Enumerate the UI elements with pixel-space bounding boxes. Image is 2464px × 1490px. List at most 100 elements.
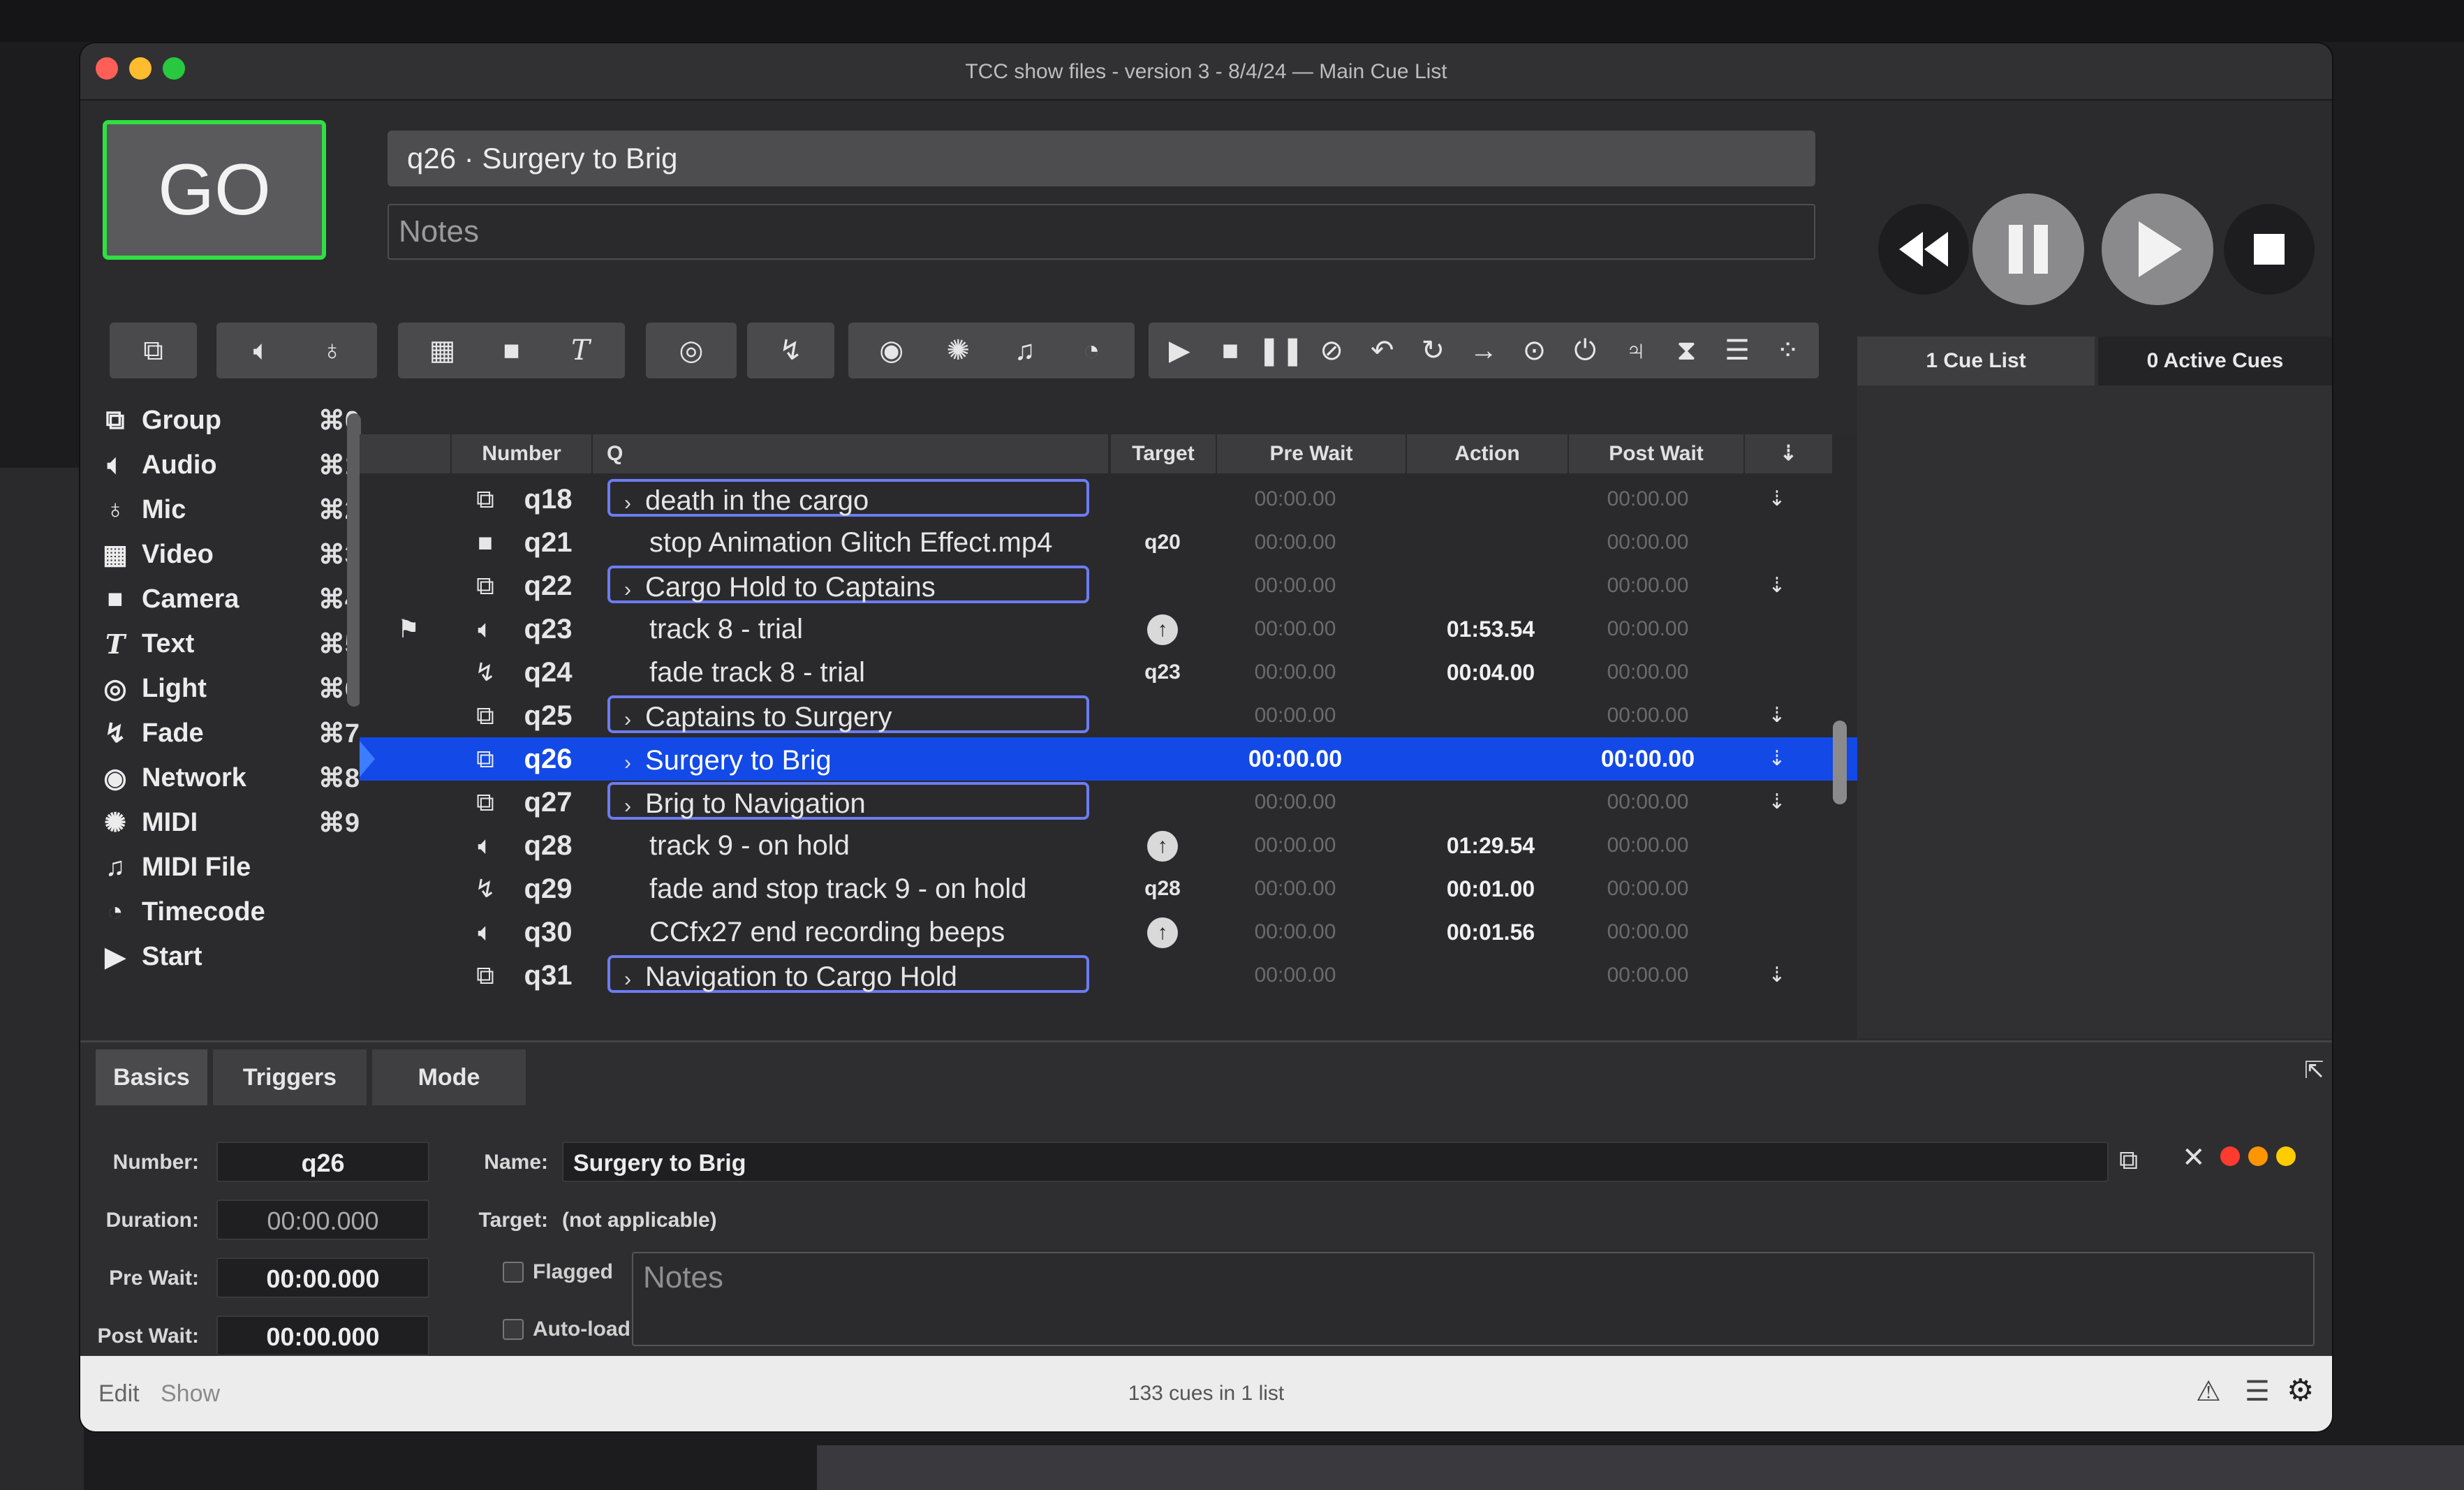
stop-all-button[interactable] [2224,204,2315,295]
cue-row[interactable]: ⧉ q18 › death in the cargo 00:00.00 00:00.00 ⇣ [360,478,1857,521]
arm-icon[interactable]: ⏻ [1565,331,1604,370]
stop-icon[interactable]: ■ [1211,331,1250,370]
load-icon[interactable]: ⊘ [1312,331,1351,370]
column-header-number[interactable]: Number [452,434,593,473]
cue-row[interactable]: ⧉ q22 › Cargo Hold to Captains 00:00.00 00:00… [360,564,1857,607]
cue-row[interactable]: ↯ q29 fade and stop track 9 - on hold q28 00… [360,867,1857,910]
chevron-right-icon[interactable]: › [624,701,645,739]
color-orange-swatch[interactable] [2248,1146,2268,1166]
post-wait-cell: 00:00.00 [1607,617,1689,640]
resume-button[interactable] [2102,193,2213,305]
column-header-q[interactable]: Q [593,434,1109,473]
flagged-checkbox[interactable] [503,1262,524,1283]
color-yellow-swatch[interactable] [2276,1146,2296,1166]
post-wait-field[interactable]: 00:00.000 [216,1315,429,1356]
lightbulb-icon[interactable]: ◎ [672,331,711,370]
cue-row[interactable]: ⧉ q31 › Navigation to Cargo Hold 00:00.00 00:… [360,954,1857,997]
go-button[interactable]: GO [103,120,326,260]
clock-icon[interactable]: ◔ [1072,331,1111,370]
chevron-right-icon[interactable]: › [624,744,645,782]
speaker-icon[interactable]: 🔈︎ [242,331,281,370]
tab-mode[interactable]: Mode [372,1049,526,1105]
column-header-pre-wait[interactable]: Pre Wait [1217,434,1407,473]
pop-out-icon[interactable]: ⇱ [2304,1056,2324,1084]
pre-wait-field[interactable]: 00:00.000 [216,1257,429,1298]
auto-load-checkbox[interactable] [503,1319,524,1340]
column-header-target[interactable]: Target [1111,434,1217,473]
tab-active-cues[interactable]: 0 Active Cues [2098,337,2332,385]
sidebar-item-mic[interactable]: ♁ Mic ⌘2 [94,489,360,531]
target-cell [1121,954,1204,997]
sidebar-item-group[interactable]: ⧉ Group ⌘0 [94,399,360,441]
column-header-action[interactable]: Action [1407,434,1569,473]
camera-icon[interactable]: ■ [492,331,531,370]
cue-inspector: Basics Triggers Mode ⇱ Number: q26 Durat… [80,1040,2332,1357]
fade-icon: ↯ [474,658,496,686]
sidebar-item-network[interactable]: ◉ Network ⌘8 [94,757,360,799]
tab-cue-lists[interactable]: 1 Cue List [1857,337,2095,385]
text-icon[interactable]: T [561,331,600,370]
midi-icon: ✺ [104,808,126,838]
sidebar-item-midi[interactable]: ✺ MIDI ⌘9 [94,802,360,843]
reset-icon[interactable]: ↶ [1363,331,1402,370]
chevron-right-icon[interactable]: › [624,788,645,825]
pause-icon [2009,225,2048,274]
cue-row[interactable]: ⧉ q27 › Brig to Navigation 00:00.00 00:00.00 ⇣ [360,781,1857,824]
pre-wait-label: Pre Wait: [109,1267,199,1290]
wait-icon[interactable]: ⧗ [1667,331,1706,370]
sidebar-item-camera[interactable]: ■ Camera ⌘4 [94,578,360,620]
sidebar-item-midi-file[interactable]: ♫ MIDI File [94,846,360,888]
microphone-icon[interactable]: ♁ [313,331,352,370]
midi-icon[interactable]: ✺ [938,331,978,370]
cue-type-sidebar: ⧉ Group ⌘0 🔈︎ Audio ⌘1 ♁ Mic ⌘2 ▦ Video ⌘3 ■ Came… [80,399,360,1049]
sidebar-item-video[interactable]: ▦ Video ⌘3 [94,533,360,575]
number-field[interactable]: q26 [216,1142,429,1182]
pause-button[interactable] [1972,193,2084,305]
chevron-right-icon[interactable]: › [624,961,645,998]
cue-row[interactable]: ↯ q24 fade track 8 - trial q23 00:00.00 00:04… [360,651,1857,694]
disarm-icon[interactable]: ♃ [1616,331,1655,370]
sidebar-item-light[interactable]: ◎ Light ⌘6 [94,667,360,709]
target-icon[interactable]: ⊙ [1515,331,1554,370]
fade-icon[interactable]: ↯ [772,331,811,370]
status-bar: Edit Show 133 cues in 1 list ⚠ ☰ ⚙ [80,1356,2332,1431]
sidebar-item-start[interactable]: ▶ Start [94,936,360,978]
cue-row[interactable]: ⧉ q25 › Captains to Surgery 00:00.00 00:00.00… [360,694,1857,737]
name-field[interactable]: Surgery to Brig [562,1142,2109,1182]
sidebar-scrollbar[interactable] [347,413,361,707]
warning-icon[interactable]: ⚠ [2196,1375,2221,1408]
start-icon[interactable]: ▶ [1160,331,1199,370]
tab-triggers[interactable]: Triggers [213,1049,367,1105]
column-header-post-wait[interactable]: Post Wait [1569,434,1745,473]
settings-gear-icon[interactable]: ⚙ [2287,1373,2314,1408]
sidebar-item-fade[interactable]: ↯ Fade ⌘7 [94,712,360,754]
pause-icon[interactable]: ❚❚ [1257,331,1304,370]
cue-row[interactable]: ■ q21 stop Animation Glitch Effect.mp4 q20 0… [360,521,1857,564]
sidebar-item-audio[interactable]: 🔈︎ Audio ⌘1 [94,444,360,486]
film-icon[interactable]: ▦ [423,331,462,370]
cue-row[interactable]: ⧉ q26 › Surgery to Brig 00:00.00 00:00.00 ⇣ [360,737,1857,781]
sidebar-item-text[interactable]: T Text ⌘5 [94,623,360,665]
script-icon[interactable]: ⁘ [1769,331,1808,370]
goto-icon[interactable]: → [1464,331,1503,370]
copy-icon[interactable]: ⧉ [2119,1146,2138,1176]
group-icon[interactable]: ⧉ [134,331,173,370]
chevron-right-icon[interactable]: › [624,571,645,609]
color-red-swatch[interactable] [2220,1146,2240,1166]
devamp-icon[interactable]: ↻ [1413,331,1452,370]
list-icon[interactable]: ☰ [2245,1375,2270,1408]
cue-list-scrollbar[interactable] [1833,721,1847,804]
chevron-right-icon[interactable]: › [624,485,645,522]
network-icon[interactable]: ◉ [872,331,911,370]
rewind-button[interactable] [1878,204,1969,295]
clear-color-icon[interactable]: ✕ [2182,1142,2206,1174]
tab-basics[interactable]: Basics [96,1049,207,1105]
music-note-icon[interactable]: ♫ [1005,331,1045,370]
inspector-notes-field[interactable]: Notes [632,1252,2315,1346]
memo-icon[interactable]: ☰ [1718,331,1757,370]
cue-notes-field[interactable]: Notes [388,204,1815,260]
sidebar-item-timecode[interactable]: ◔ Timecode [94,891,360,933]
cue-row[interactable]: 🔈︎ q30 CCfx27 end recording beeps ↑ 00:00.00… [360,910,1857,954]
cue-row[interactable]: ⚑ 🔈︎ q23 track 8 - trial ↑ 00:00.00 01:53.54 00… [360,607,1857,651]
cue-row[interactable]: 🔈︎ q28 track 9 - on hold ↑ 00:00.00 01:29.54 0… [360,824,1857,867]
